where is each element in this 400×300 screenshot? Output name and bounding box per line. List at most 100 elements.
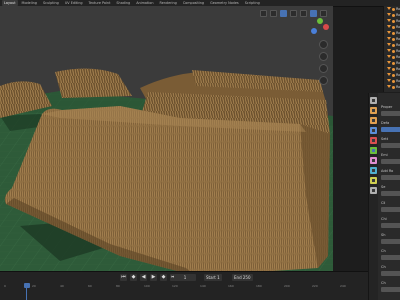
pivot-point-button[interactable] [270,9,277,17]
end-frame-field[interactable]: End 250 [232,274,253,281]
transform-orientation-button[interactable] [260,9,267,17]
mesh-data-icon [392,85,395,89]
property-field[interactable] [381,223,400,228]
properties-tab-icon[interactable] [370,187,377,194]
properties-tab-icon[interactable] [370,97,377,104]
property-label: Add Ro [381,169,394,173]
property-field[interactable] [381,127,400,132]
prev-keyframe-icon[interactable]: ◆ [130,274,137,281]
object-icon [387,73,391,76]
properties-tab-icon[interactable] [370,137,377,144]
property-label: Ch [381,249,386,253]
overlay-toggle[interactable] [300,9,307,17]
property-field[interactable] [381,287,400,292]
play-icon[interactable]: ▶ [150,274,157,281]
object-icon [387,85,391,88]
frame-tick-label: 120 [172,284,178,288]
property-label: Se [381,185,386,189]
mesh-data-icon [392,31,395,35]
frame-tick-label: 100 [144,284,150,288]
viewport-scene [0,6,333,280]
properties-panel: Proper Defa Sett Emi Add Ro Se Cli Chi Sh Ch Ch Ch [368,93,400,300]
jump-start-icon[interactable]: ⏮ [120,274,127,281]
grid-view-icon[interactable] [319,76,328,85]
next-keyframe-icon[interactable]: ◆ [160,274,167,281]
property-label: Defa [381,121,390,125]
property-label: Chi [381,217,387,221]
mesh-data-icon [392,19,395,23]
object-icon [387,25,391,28]
mesh-data-icon [392,43,395,47]
outliner-row-label: Ro [396,85,400,89]
properties-tab-icon[interactable] [370,167,377,174]
blender-window: Layout Modeling Sculpting UV Editing Texture… [0,0,400,300]
properties-tab-icon[interactable] [370,177,377,184]
properties-tabs [369,93,378,300]
end-label: End [234,275,242,280]
mesh-data-icon [392,79,395,83]
navigation-gizmo[interactable] [309,16,331,38]
object-icon [387,49,391,52]
properties-tab-icon[interactable] [370,157,377,164]
object-icon [387,19,391,22]
frame-tick-label: 140 [200,284,206,288]
property-label: Cli [381,201,386,205]
object-icon [387,13,391,16]
timeline: ⏮ ◆ ◀ ▶ ◆ ⏭ 1 Start 1 End 250 0 20 40 60 80 1… [0,271,368,300]
frame-tick-label: 220 [312,284,318,288]
property-label: Proper [381,105,393,109]
properties-tab-icon[interactable] [370,107,377,114]
camera-view-icon[interactable] [319,64,328,73]
current-frame-field[interactable]: 1 [174,274,196,281]
frame-tick-label: 80 [116,284,120,288]
play-reverse-icon[interactable]: ◀ [140,274,147,281]
mesh-data-icon [392,13,395,17]
properties-tab-icon[interactable] [370,147,377,154]
mesh-data-icon [392,61,395,65]
frame-tick-label: 0 [4,284,6,288]
start-label: Start [206,275,216,280]
proportional-edit-toggle[interactable] [290,9,297,17]
mesh-data-icon [392,49,395,53]
mesh-data-icon [392,67,395,71]
property-field[interactable] [381,159,400,164]
gizmo-x-axis-icon[interactable] [323,24,329,30]
pan-hand-icon[interactable] [319,52,328,61]
frame-tick-label: 60 [88,284,92,288]
3d-viewport[interactable] [0,6,333,280]
playhead-line [26,288,27,300]
property-field[interactable] [381,111,400,116]
property-label: Sett [381,137,389,141]
object-icon [387,7,391,10]
property-label: Emi [381,153,388,157]
object-icon [387,43,391,46]
object-icon [387,61,391,64]
mesh-data-icon [392,7,395,11]
zoom-icon[interactable] [319,40,328,49]
outliner-row[interactable]: Ro [384,84,400,90]
frame-tick-label: 240 [340,284,346,288]
property-label: Ch [381,265,386,269]
snap-toggle[interactable] [280,9,287,17]
property-field[interactable] [381,175,400,180]
property-field[interactable] [381,239,400,244]
object-icon [387,67,391,70]
frame-ruler[interactable]: 0 20 40 60 80 100 120 140 160 180 200 220 240 [0,284,368,289]
end-value: 250 [242,275,251,280]
properties-tab-icon[interactable] [370,127,377,134]
property-field[interactable] [381,255,400,260]
mesh-data-icon [392,25,395,29]
gizmo-z-axis-icon[interactable] [311,28,317,34]
property-field[interactable] [381,191,400,196]
object-icon [387,31,391,34]
property-field[interactable] [381,271,400,276]
properties-tab-icon[interactable] [370,117,377,124]
property-label: Sh [381,233,386,237]
frame-tick-label: 20 [32,284,36,288]
mesh-data-icon [392,55,395,59]
playhead[interactable] [24,283,30,288]
gizmo-y-axis-icon[interactable] [317,18,323,24]
start-frame-field[interactable]: Start 1 [204,274,222,281]
property-field[interactable] [381,143,400,148]
property-field[interactable] [381,207,400,212]
